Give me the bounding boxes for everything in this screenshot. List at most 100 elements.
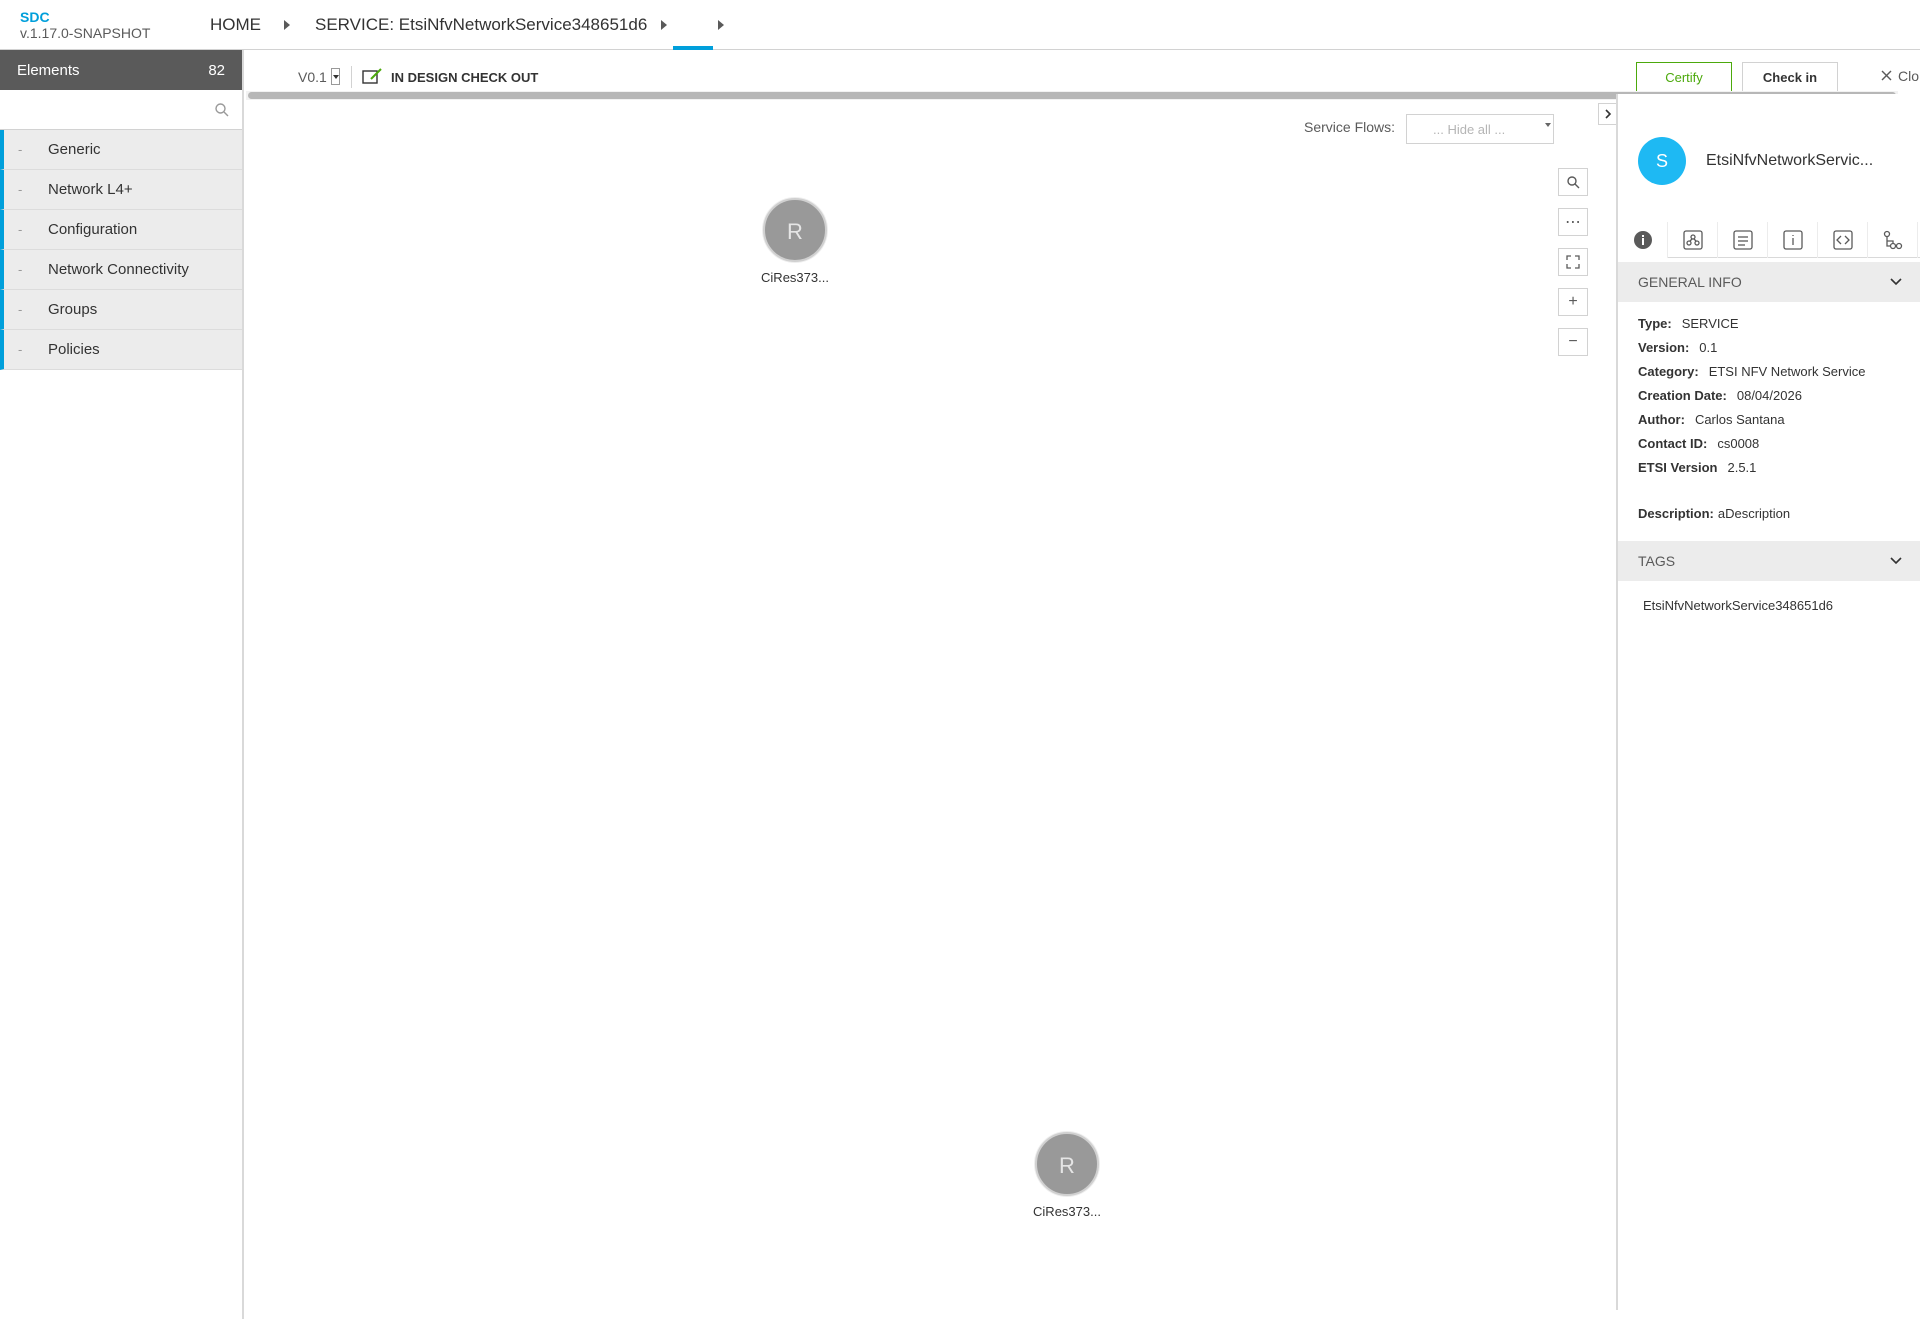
- breadcrumb-arrow-icon[interactable]: [718, 20, 724, 30]
- collapse-dash-icon: -: [18, 342, 23, 357]
- info-value: Carlos Santana: [1694, 412, 1785, 427]
- info-key: Contact ID:: [1638, 436, 1708, 451]
- palette-category-policies[interactable]: - Policies: [0, 330, 242, 370]
- tab-general-info[interactable]: [1618, 222, 1668, 258]
- chevron-right-icon: [1605, 109, 1612, 119]
- info-row-author: Author: Carlos Santana: [1638, 412, 1918, 436]
- info-row-version: Version: 0.1: [1638, 340, 1918, 364]
- collapse-dash-icon: -: [18, 302, 23, 317]
- palette-title: Elements: [17, 61, 80, 79]
- canvas-tools: ⋯ + −: [1558, 168, 1588, 368]
- zoom-in-icon[interactable]: +: [1558, 288, 1588, 316]
- elements-palette: Elements 82 - Generic - Network L4+ - Confi…: [0, 50, 244, 1319]
- info-key: ETSI Version: [1638, 460, 1718, 475]
- resource-node-icon[interactable]: R: [1035, 1132, 1099, 1196]
- info-key: Type:: [1638, 316, 1672, 331]
- chevron-down-icon[interactable]: [330, 68, 340, 85]
- description-value: aDescription: [1717, 506, 1791, 521]
- service-flows-label: Service Flows:: [1304, 119, 1396, 135]
- service-flows-select[interactable]: ... Hide all ...: [1406, 114, 1554, 144]
- top-header: SDC v.1.17.0-SNAPSHOT HOME SERVICE: Etsi…: [0, 0, 1920, 50]
- info-key: Category:: [1638, 364, 1699, 379]
- composition-canvas[interactable]: Service Flows: ... Hide all ... ⋯ + − R …: [246, 100, 1616, 1310]
- tab-relations[interactable]: [1868, 222, 1918, 258]
- collapse-panel-button[interactable]: [1598, 103, 1618, 125]
- section-title: TAGS: [1638, 553, 1676, 569]
- check-in-button[interactable]: Check in: [1742, 62, 1838, 92]
- fit-to-screen-icon[interactable]: [1558, 248, 1588, 276]
- description-row: Description: aDescription: [1638, 506, 1790, 521]
- panel-header: S EtsiNfvNetworkServic...: [1638, 137, 1873, 185]
- resource-node-icon[interactable]: R: [763, 198, 827, 262]
- category-label: Generic: [48, 141, 101, 158]
- info-value: 2.5.1: [1727, 460, 1757, 475]
- divider: [351, 66, 352, 88]
- category-label: Configuration: [48, 221, 138, 238]
- node-label: CiRes373...: [1033, 1204, 1101, 1219]
- search-icon[interactable]: [214, 102, 230, 118]
- palette-header: Elements 82: [0, 50, 242, 90]
- close-label: Clo: [1898, 68, 1920, 84]
- status-text: IN DESIGN CHECK OUT: [391, 70, 539, 85]
- palette-category-network-l4[interactable]: - Network L4+: [0, 170, 242, 210]
- version-value: V0.1: [298, 68, 327, 85]
- panel-title: EtsiNfvNetworkServic...: [1706, 152, 1874, 169]
- info-value: ETSI NFV Network Service: [1708, 364, 1866, 379]
- canvas-node[interactable]: R CiRes373...: [1012, 1132, 1122, 1219]
- service-flows-value: ... Hide all ...: [1433, 122, 1506, 137]
- zoom-out-icon[interactable]: −: [1558, 328, 1588, 356]
- general-info-section-header[interactable]: GENERAL INFO: [1618, 262, 1920, 302]
- info-row-category: Category: ETSI NFV Network Service: [1638, 364, 1918, 388]
- lifecycle-status: IN DESIGN CHECK OUT: [362, 67, 538, 88]
- breadcrumb-arrow-icon[interactable]: [661, 20, 667, 30]
- breadcrumb-arrow-icon[interactable]: [284, 20, 290, 30]
- palette-category-configuration[interactable]: - Configuration: [0, 210, 242, 250]
- chevron-down-icon: [1890, 278, 1902, 286]
- breadcrumb-home[interactable]: HOME: [210, 15, 261, 35]
- tag-item: EtsiNfvNetworkService348651d6: [1643, 598, 1834, 613]
- palette-category-groups[interactable]: - Groups: [0, 290, 242, 330]
- tab-information[interactable]: [1768, 222, 1818, 258]
- palette-count: 82: [208, 61, 225, 79]
- category-label: Policies: [48, 341, 100, 358]
- tags-section-header[interactable]: TAGS: [1618, 541, 1920, 581]
- info-value: 0.1: [1699, 340, 1718, 355]
- checkout-edit-icon: [362, 67, 384, 88]
- search-icon[interactable]: [1558, 168, 1588, 196]
- brand-logo[interactable]: SDC v.1.17.0-SNAPSHOT: [20, 9, 150, 41]
- info-square-icon: [1782, 230, 1803, 250]
- general-info-list: Type: SERVICE Version: 0.1 Category: ETSI N…: [1638, 316, 1918, 484]
- palette-search-input[interactable]: [0, 90, 236, 129]
- breadcrumb-service[interactable]: SERVICE: EtsiNfvNetworkService348651d6: [315, 15, 647, 35]
- palette-category-network-connectivity[interactable]: - Network Connectivity: [0, 250, 242, 290]
- close-button[interactable]: Clo: [1881, 68, 1919, 84]
- palette-search: [0, 90, 242, 130]
- tab-deployment[interactable]: [1668, 222, 1718, 258]
- canvas-node[interactable]: R CiRes373...: [740, 198, 850, 285]
- palette-category-generic[interactable]: - Generic: [0, 130, 242, 170]
- info-row-type: Type: SERVICE: [1638, 316, 1918, 340]
- close-icon: [1881, 68, 1892, 84]
- brand-name: SDC: [20, 9, 50, 25]
- info-row-creation-date: Creation Date: 08/04/2026: [1638, 388, 1918, 412]
- info-key: Version:: [1638, 340, 1690, 355]
- version-select[interactable]: V0.1: [298, 68, 340, 85]
- certify-button[interactable]: Certify: [1636, 62, 1732, 92]
- chevron-down-icon: [1890, 557, 1902, 565]
- more-options-icon[interactable]: ⋯: [1558, 208, 1588, 236]
- tab-composition-code[interactable]: [1818, 222, 1868, 258]
- panel-tabs: [1618, 222, 1920, 258]
- info-value: SERVICE: [1681, 316, 1739, 331]
- category-label: Network L4+: [48, 181, 133, 198]
- tab-properties[interactable]: [1718, 222, 1768, 258]
- category-label: Network Connectivity: [48, 261, 189, 278]
- info-row-contact-id: Contact ID: cs0008: [1638, 436, 1918, 460]
- description-key: Description:: [1638, 506, 1714, 521]
- section-title: GENERAL INFO: [1638, 274, 1742, 290]
- info-key: Creation Date:: [1638, 388, 1727, 403]
- collapse-dash-icon: -: [18, 262, 23, 277]
- info-icon: [1633, 231, 1652, 249]
- info-value: cs0008: [1717, 436, 1760, 451]
- node-label: CiRes373...: [761, 270, 829, 285]
- chevron-down-icon: [1545, 123, 1551, 127]
